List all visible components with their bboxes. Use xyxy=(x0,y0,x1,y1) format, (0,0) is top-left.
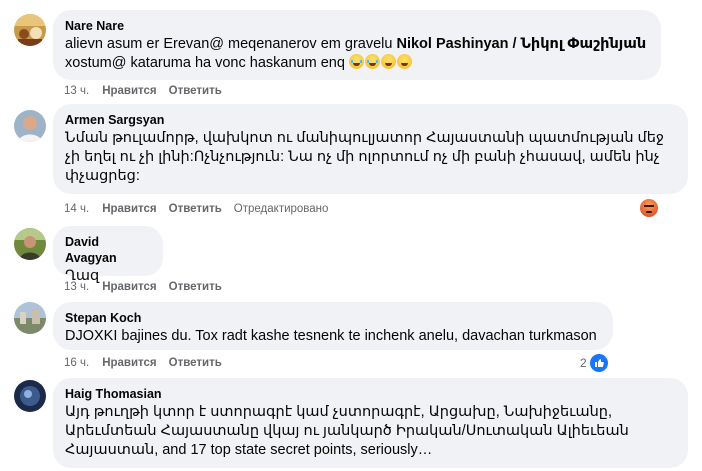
comment-text-part: xostum@ kataruma ha vonc haskanum enq xyxy=(65,55,349,71)
comment-time[interactable]: 16 ч. xyxy=(64,357,89,369)
comment-text: Այդ թուղթի կտոր է ստորագրէ կամ չստորագրէ… xyxy=(65,404,629,458)
avatar[interactable] xyxy=(14,302,46,334)
comment-author[interactable]: Armen Sargsyan xyxy=(65,112,676,128)
comment-bubble: Stepan Koch DJOXKI bajines du. Tox radt … xyxy=(53,302,613,350)
reaction-count: 2 xyxy=(580,356,587,370)
like-button[interactable]: Нравится xyxy=(102,357,156,369)
reaction-badge[interactable]: 2 xyxy=(580,354,608,372)
comment-bubble: Nare Nare alievn asum er Erevan@ meqenan… xyxy=(53,10,661,80)
edited-label[interactable]: Отредактировано xyxy=(234,203,329,215)
sad-emoji xyxy=(380,54,396,69)
comment-author[interactable]: Nare Nare xyxy=(65,18,649,34)
avatar[interactable] xyxy=(14,228,46,260)
like-button[interactable]: Нравится xyxy=(102,85,156,97)
comment-time[interactable]: 13 ч. xyxy=(64,85,89,97)
like-icon xyxy=(589,354,608,372)
comment-time[interactable]: 14 ч. xyxy=(64,203,89,215)
cold-sweat-emoji xyxy=(364,54,380,69)
comment-bubble: David Avagyan Ղազ xyxy=(53,226,163,284)
sad-emoji xyxy=(396,54,412,69)
comment-actions: 13 ч. Нравится Ответить xyxy=(64,83,234,99)
cold-sweat-emoji xyxy=(348,54,364,69)
comment-text: DJOXKI bajines du. Tox radt kashe tesnen… xyxy=(65,328,597,344)
comment-text: Նման թուլամորթ, վախկոտ ու մանիպուլյատոր … xyxy=(65,130,665,184)
comment-bubble: Armen Sargsyan Նման թուլամորթ, վախկոտ ու… xyxy=(53,104,688,194)
reply-button[interactable]: Ответить xyxy=(169,357,222,369)
avatar[interactable] xyxy=(14,14,46,46)
comment-author[interactable]: Stepan Koch xyxy=(65,310,601,326)
comment-actions: 14 ч. Нравится Ответить Отредактировано xyxy=(64,201,340,217)
reply-button[interactable]: Ответить xyxy=(169,281,222,293)
avatar[interactable] xyxy=(14,110,46,142)
avatar[interactable] xyxy=(14,380,46,412)
comment-author[interactable]: Haig Thomasian xyxy=(65,386,676,402)
comment-text-part: alievn asum er Erevan@ meqenanerov em gr… xyxy=(65,36,397,52)
reply-button[interactable]: Ответить xyxy=(169,203,222,215)
comment-time[interactable]: 13 ч. xyxy=(64,281,89,293)
comment-actions: 13 ч. Нравится Ответить xyxy=(64,279,234,295)
reaction-badge[interactable] xyxy=(640,199,658,217)
reply-button[interactable]: Ответить xyxy=(169,85,222,97)
comment-text: alievn asum er Erevan@ meqenanerov em gr… xyxy=(65,35,649,73)
like-button[interactable]: Нравится xyxy=(102,203,156,215)
mention-link[interactable]: Nikol Pashinyan / Նիկոլ Փաշինյան xyxy=(396,36,646,52)
like-button[interactable]: Нравится xyxy=(102,281,156,293)
comment-bubble: Haig Thomasian Այդ թուղթի կտոր է ստորագր… xyxy=(53,378,688,468)
comment-author[interactable]: David Avagyan xyxy=(65,234,151,266)
comment-actions: 16 ч. Нравится Ответить xyxy=(64,355,234,371)
angry-icon xyxy=(640,199,658,217)
